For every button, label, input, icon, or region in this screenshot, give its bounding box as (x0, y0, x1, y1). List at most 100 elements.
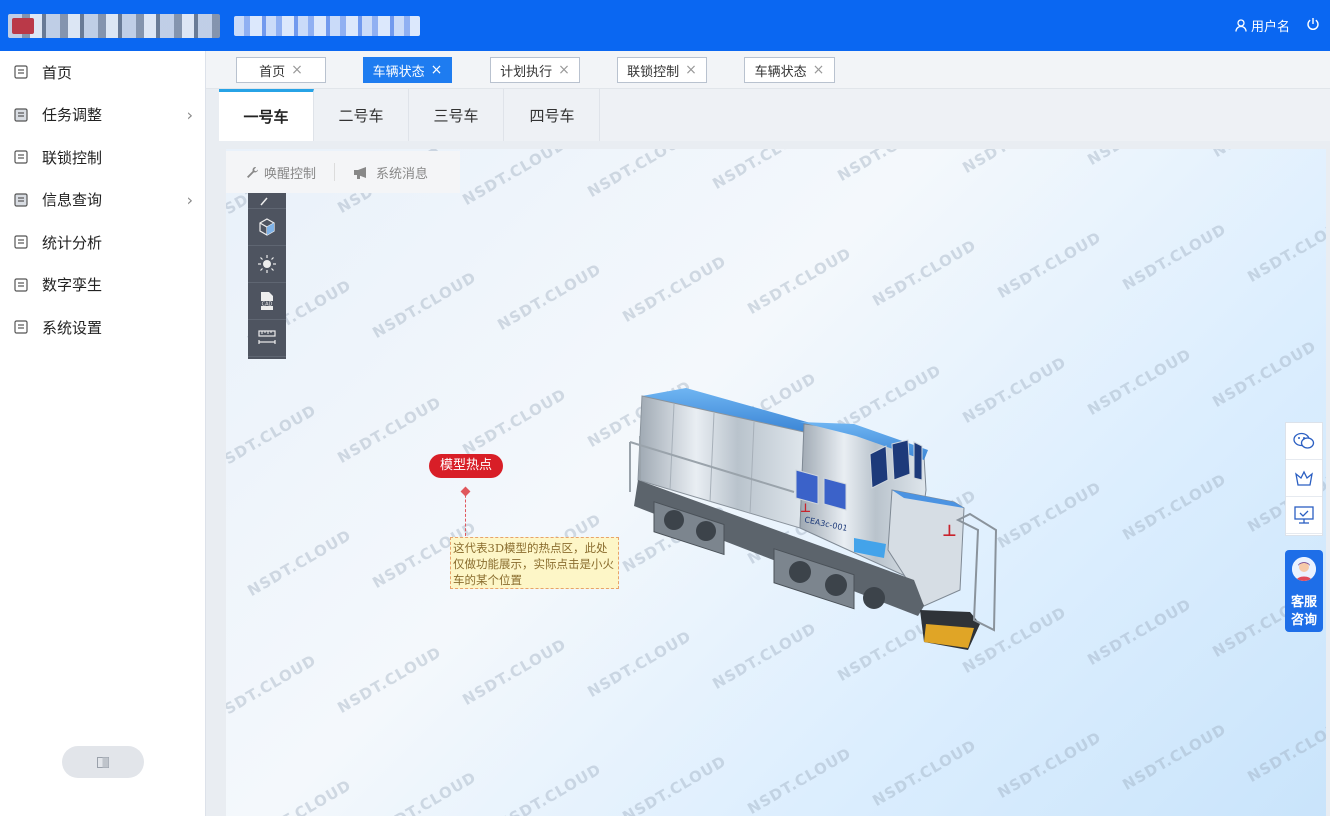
watermark-text: NSDT.CLOUD (1084, 149, 1194, 169)
watermark-text: NSDT.CLOUD (994, 727, 1105, 803)
viewer-toolbar: 唤醒控制 系统消息 (226, 151, 460, 193)
page-tab-vehicle-status[interactable]: 车辆状态 × (363, 57, 452, 83)
agent-avatar (1292, 557, 1316, 581)
monitor-button[interactable] (1286, 497, 1322, 534)
crown-icon (1295, 470, 1313, 486)
watermark-text: NSDT.CLOUD (369, 267, 480, 343)
watermark-text: NSDT.CLOUD (994, 227, 1105, 303)
page-tab-label: 车辆状态 (372, 64, 425, 80)
wake-control-button[interactable]: 唤醒控制 (246, 163, 316, 182)
tool-lighting[interactable] (248, 246, 286, 283)
rail-logo-icon: ⊥ (800, 501, 811, 515)
document-icon (14, 150, 28, 164)
model-hotspot-button[interactable]: 模型热点 (429, 454, 504, 478)
ruler-icon (258, 330, 276, 344)
page-tab-label: 计划执行 (500, 64, 553, 80)
collapse-icon (97, 756, 109, 768)
wechat-button[interactable] (1286, 423, 1322, 460)
close-icon[interactable]: × (558, 62, 570, 78)
watermark-text: NSDT.CLOUD (494, 759, 605, 816)
locomotive-model[interactable]: ⊥ CEA3c-001 ⊥ (624, 380, 1009, 660)
watermark-text: NSDT.CLOUD (1084, 344, 1195, 420)
page-tab-label: 车辆状态 (754, 64, 807, 80)
tab-vehicle-3[interactable]: 三号车 (409, 89, 504, 141)
tab-label: 二号车 (338, 106, 384, 125)
sidebar-item-label: 统计分析 (42, 233, 103, 252)
customer-service-button[interactable]: 客服咨询 (1285, 550, 1323, 632)
document-icon (14, 278, 28, 292)
page-tab-interlock[interactable]: 联锁控制 × (617, 57, 707, 83)
watermark-text: NSDT.CLOUD (619, 251, 730, 327)
sidebar-item-label: 信息查询 (42, 191, 103, 210)
chevron-right-icon: › (186, 105, 193, 125)
document-icon (14, 320, 28, 334)
watermark-text: NSDT.CLOUD (459, 634, 570, 710)
tab-vehicle-4[interactable]: 四号车 (505, 89, 600, 141)
megaphone-icon (354, 166, 367, 179)
watermark-text: NSDT.CLOUD (744, 243, 855, 319)
watermark-text: NSDT.CLOUD (1209, 336, 1320, 412)
wrench-icon (247, 166, 258, 178)
document-icon (14, 108, 28, 122)
close-icon[interactable]: × (431, 62, 443, 78)
monitor-icon (1294, 506, 1314, 524)
sidebar-item-task-adjust[interactable]: 任务调整 › (0, 94, 205, 137)
floating-tool-panel (1285, 422, 1323, 536)
watermark-text: NSDT.CLOUD (244, 525, 355, 601)
close-icon[interactable]: × (685, 62, 697, 78)
tab-vehicle-2[interactable]: 二号车 (314, 89, 409, 141)
sidebar-item-digital-twin[interactable]: 数字孪生 (0, 264, 205, 307)
svg-text:CAD: CAD (262, 301, 273, 307)
warning-stripe (924, 624, 974, 648)
cab-window (891, 439, 911, 481)
close-icon[interactable]: × (291, 62, 303, 78)
tab-label: 三号车 (433, 106, 479, 125)
watermark-text: NSDT.CLOUD (1119, 219, 1230, 295)
watermark-text: NSDT.CLOUD (459, 149, 570, 210)
tool-cad[interactable]: CAD (248, 283, 286, 320)
watermark-text: NSDT.CLOUD (1244, 711, 1326, 787)
sidebar-item-home[interactable]: 首页 (0, 51, 205, 94)
watermark-text: NSDT.CLOUD (1084, 594, 1195, 670)
chevron-right-icon: › (186, 190, 193, 210)
user-icon (1235, 19, 1247, 32)
sidebar-item-label: 任务调整 (42, 106, 103, 125)
watermark-text: NSDT.CLOUD (959, 149, 1069, 177)
tool-measure[interactable] (248, 320, 286, 357)
sidebar-item-statistics[interactable]: 统计分析 (0, 221, 205, 264)
page-tab-plan-execution[interactable]: 计划执行 × (490, 57, 580, 83)
tool-cube-view[interactable] (248, 209, 286, 246)
sidebar-item-interlock[interactable]: 联锁控制 (0, 136, 205, 179)
system-message-label: 系统消息 (376, 166, 429, 182)
watermark-text: NSDT.CLOUD (744, 743, 855, 816)
sidebar-item-label: 首页 (42, 63, 73, 82)
system-message-button[interactable]: 系统消息 (353, 163, 428, 182)
watermark-text: NSDT.CLOUD (1119, 719, 1230, 795)
crown-button[interactable] (1286, 460, 1322, 497)
watermark-text: NSDT.CLOUD (226, 400, 320, 476)
watermark-text: NSDT.CLOUD (1209, 149, 1319, 161)
close-icon[interactable]: × (813, 62, 825, 78)
page-tab-strip: 首页 × 车辆状态 × 计划执行 × 联锁控制 × 车辆状态 × (206, 51, 1330, 89)
app-header: 用户名 (0, 0, 1330, 51)
sidebar-item-label: 联锁控制 (42, 148, 103, 167)
watermark-text: NSDT.CLOUD (494, 259, 605, 335)
page-tab-vehicle-status-2[interactable]: 车辆状态 × (744, 57, 835, 83)
sidebar-collapse-button[interactable] (62, 746, 144, 778)
sidebar-item-label: 系统设置 (42, 318, 103, 337)
toolbar-divider (334, 163, 336, 181)
wechat-icon (1293, 432, 1315, 449)
sidebar-item-info-query[interactable]: 信息查询 › (0, 179, 205, 222)
watermark-text: NSDT.CLOUD (834, 149, 944, 185)
tab-vehicle-1[interactable]: 一号车 (219, 89, 314, 141)
watermark-text: NSDT.CLOUD (1244, 211, 1326, 287)
user-menu[interactable]: 用户名 (1235, 16, 1290, 35)
username-label: 用户名 (1250, 20, 1290, 35)
watermark-text: NSDT.CLOUD (709, 149, 820, 194)
page-tab-home[interactable]: 首页 × (236, 57, 326, 83)
watermark-text: NSDT.CLOUD (869, 235, 980, 311)
power-icon[interactable] (1306, 17, 1320, 31)
sidebar-item-settings[interactable]: 系统设置 (0, 306, 205, 349)
tool-partial[interactable] (248, 193, 286, 209)
document-icon (14, 193, 28, 207)
